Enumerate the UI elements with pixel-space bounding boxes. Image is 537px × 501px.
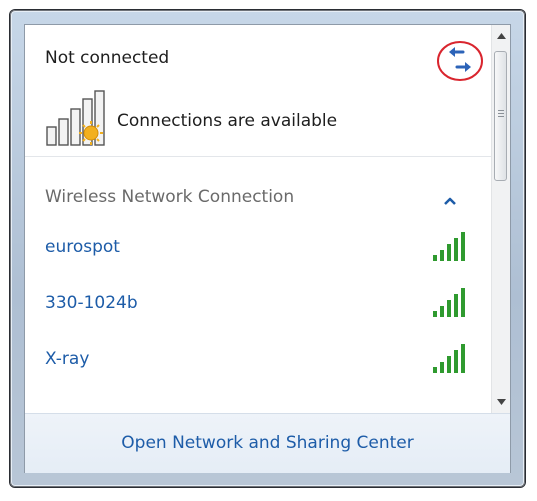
- network-item-x-ray[interactable]: X-ray: [25, 339, 494, 383]
- flyout-footer: Open Network and Sharing Center: [25, 413, 510, 473]
- network-name: 330-1024b: [45, 293, 138, 313]
- scroll-up-button[interactable]: [492, 25, 510, 47]
- wifi-signal-icon: [433, 344, 465, 373]
- wifi-signal-icon: [433, 232, 465, 261]
- chevron-up-icon[interactable]: [443, 191, 457, 210]
- connections-available-text: Connections are available: [117, 111, 338, 131]
- connection-status-title: Not connected: [45, 48, 170, 68]
- network-list-area: Not connected Connections are available …: [25, 25, 494, 413]
- arrow-up-icon: [496, 33, 506, 39]
- thumb-grip-icon: [498, 110, 504, 111]
- network-panel: Not connected Connections are available …: [24, 24, 511, 473]
- refresh-button[interactable]: [435, 39, 485, 83]
- network-name: X-ray: [45, 349, 90, 369]
- open-network-sharing-center-link[interactable]: Open Network and Sharing Center: [25, 433, 510, 453]
- connections-available-row: Connections are available: [45, 89, 485, 149]
- network-item-330-1024b[interactable]: 330-1024b: [25, 283, 494, 327]
- network-flyout-window: Not connected Connections are available …: [10, 10, 525, 487]
- scroll-thumb[interactable]: [494, 51, 507, 181]
- signal-available-icon: [46, 90, 105, 146]
- arrow-down-icon: [496, 399, 506, 405]
- network-name: eurospot: [45, 237, 120, 257]
- wifi-signal-icon: [433, 288, 465, 317]
- wireless-section-header: Wireless Network Connection: [45, 187, 295, 207]
- refresh-icon: [437, 41, 483, 81]
- divider: [25, 156, 494, 157]
- scroll-down-button[interactable]: [492, 391, 510, 413]
- network-item-eurospot[interactable]: eurospot: [25, 227, 494, 271]
- vertical-scrollbar[interactable]: [491, 25, 510, 413]
